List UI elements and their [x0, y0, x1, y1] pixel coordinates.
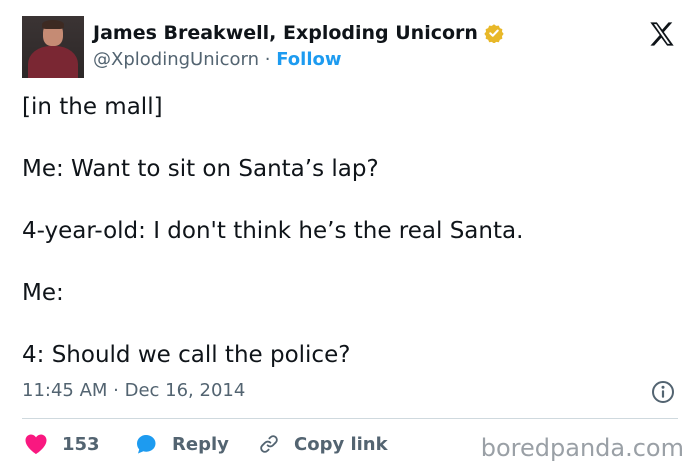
author-name[interactable]: James Breakwell, Exploding Unicorn: [93, 22, 478, 44]
avatar[interactable]: [22, 16, 84, 78]
reply-button[interactable]: Reply: [134, 430, 229, 458]
tweet-line: Me: Want to sit on Santa’s lap?: [22, 156, 379, 182]
like-count: 153: [62, 433, 100, 455]
heart-icon: [25, 434, 47, 454]
follow-button[interactable]: Follow: [276, 49, 341, 70]
info-icon[interactable]: [651, 380, 675, 404]
copy-link-button[interactable]: Copy link: [258, 430, 388, 458]
handle-separator: ·: [264, 49, 271, 70]
tweet-header: James Breakwell, Exploding Unicorn @Xplo…: [22, 16, 678, 78]
tweet-line: 4-year-old: I don't think he’s the real …: [22, 218, 524, 244]
copy-link-label: Copy link: [294, 433, 388, 455]
author-handle-line: @XplodingUnicorn · Follow: [93, 49, 342, 70]
avatar-body: [28, 46, 78, 78]
x-logo-icon[interactable]: [648, 20, 676, 48]
tweet-line: Me:: [22, 280, 64, 306]
divider: [22, 418, 678, 419]
link-icon: [260, 435, 278, 453]
reply-label: Reply: [172, 433, 229, 455]
author-name-line: James Breakwell, Exploding Unicorn: [93, 22, 504, 44]
watermark: boredpanda.com: [480, 434, 684, 462]
tweet-timestamp[interactable]: 11:45 AM · Dec 16, 2014: [22, 380, 245, 401]
tweet-line: 4: Should we call the police?: [22, 342, 351, 368]
avatar-hair: [42, 20, 64, 29]
author-handle[interactable]: @XplodingUnicorn: [93, 49, 259, 70]
verified-badge-icon: [484, 24, 504, 43]
like-button[interactable]: 153: [24, 430, 100, 458]
reply-bubble-icon: [137, 435, 156, 454]
tweet-line: [in the mall]: [22, 94, 163, 120]
